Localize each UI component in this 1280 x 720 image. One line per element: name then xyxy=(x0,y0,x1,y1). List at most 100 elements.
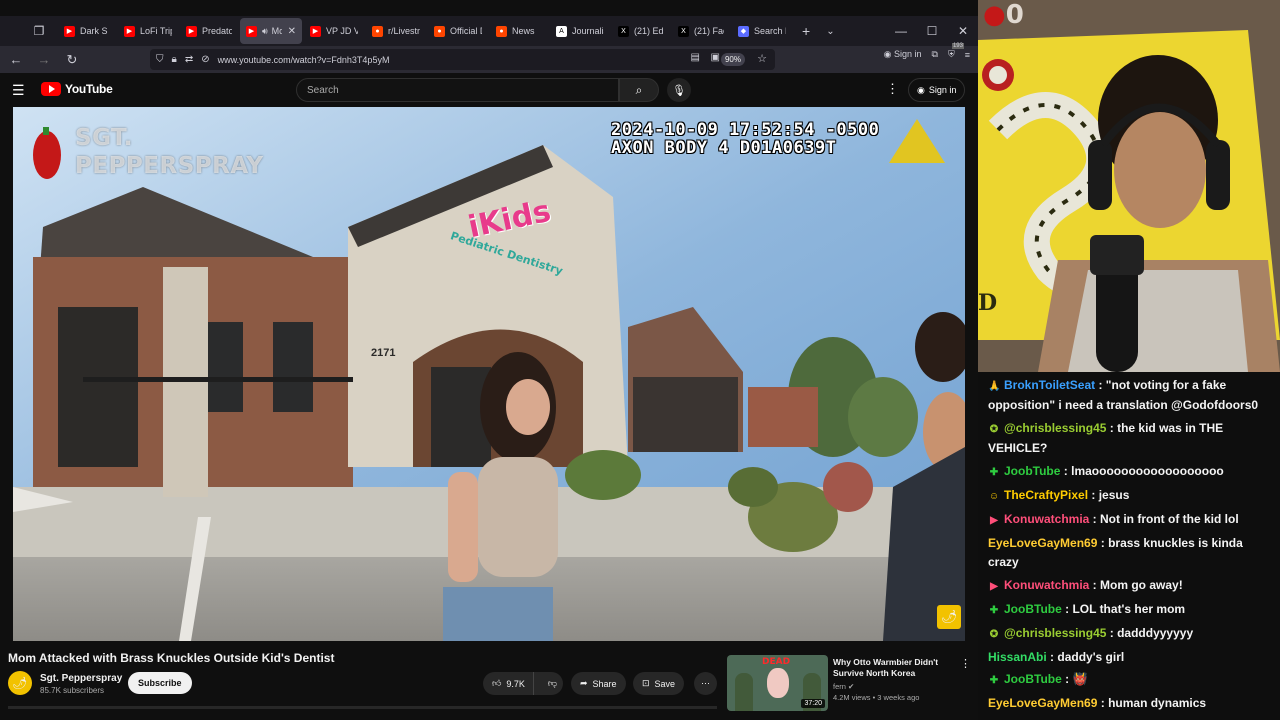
new-tab-icon[interactable]: + xyxy=(802,23,810,39)
chat-username[interactable]: TheCraftyPixel xyxy=(1004,488,1088,502)
search-input[interactable]: Search xyxy=(296,78,619,102)
save-label: Save xyxy=(654,678,676,689)
browser-tab[interactable]: ● News xyxy=(490,18,548,44)
chat-text: Mom go away! xyxy=(1100,578,1183,592)
tab-audio-icon[interactable]: 🔊︎ xyxy=(262,26,268,37)
recommended-more-icon[interactable]: ⋮ xyxy=(960,657,971,670)
shield-icon[interactable]: ⛉ xyxy=(156,54,164,65)
share-button[interactable]: ➦ Share xyxy=(571,672,626,695)
back-icon[interactable]: ← xyxy=(4,48,28,72)
chat-text: daddy's girl xyxy=(1057,650,1125,664)
chat-username[interactable]: JooBTube xyxy=(1004,672,1062,686)
ublock-icon[interactable]: ⛨ 193 xyxy=(948,43,964,60)
zoom-level[interactable]: 90% xyxy=(720,53,745,66)
tab-title: Predator xyxy=(202,26,232,36)
close-window-icon[interactable]: ✕ xyxy=(948,16,978,46)
browser-tab[interactable]: X (21) Ed K xyxy=(612,18,670,44)
search-button[interactable]: ⌕ xyxy=(619,78,659,102)
youtube-header: ☰ YouTube Search ⌕ 🎙︎ ⋮ ◉ Sign in xyxy=(0,73,978,107)
browser-tab[interactable]: ▶ LoFi Tripl xyxy=(118,18,178,44)
settings-more-icon[interactable]: ⋮ xyxy=(886,81,899,97)
reader-view-icon[interactable]: ▤ xyxy=(691,52,700,63)
menu-icon[interactable]: ≡ xyxy=(965,50,970,60)
overlay-red-glyph: ● xyxy=(983,0,1006,30)
stream-overlay-panel: ●0 D 🙏 BroknToiletSeat : "not voting for … xyxy=(978,0,1280,720)
chat-username[interactable]: Konuwatchmia xyxy=(1004,512,1089,526)
maximize-icon[interactable]: ☐ xyxy=(917,16,947,46)
browser-tab[interactable]: A Journalis xyxy=(550,18,610,44)
share-icon: ➦ xyxy=(580,678,588,688)
chat-message: HissanAbi : daddy's girl xyxy=(988,646,1274,668)
chat-badge-icon: ☺ xyxy=(988,491,1000,502)
save-button[interactable]: ⊡ Save xyxy=(633,672,685,695)
chat-message: EyeLoveGayMen69 : brass knuckles is kind… xyxy=(988,532,1274,574)
ublock-count: 193 xyxy=(951,43,964,49)
browser-tab[interactable]: ▶ VP JD Va xyxy=(304,18,364,44)
browser-tab[interactable]: ▶ Predator xyxy=(180,18,238,44)
video-frame xyxy=(13,107,965,641)
chat-username[interactable]: Konuwatchmia xyxy=(1004,578,1089,592)
chat-username[interactable]: JoobTube xyxy=(1004,464,1060,478)
youtube-signin-button[interactable]: ◉ Sign in xyxy=(908,78,966,102)
url-text[interactable]: www.youtube.com/watch?v=Fdnh3T4p5yM xyxy=(218,55,390,65)
bodycam-timestamp: 2024-10-09 17:52:54 -0500 AXON BODY 4 D0… xyxy=(611,121,879,158)
recommended-channel[interactable]: fern ✔ xyxy=(833,682,854,691)
dislike-button[interactable]: 👎︎ xyxy=(539,678,566,689)
recommended-video[interactable]: DEAD 37:20 Why Otto Warmbier Didn't Surv… xyxy=(727,655,972,711)
browser-tab[interactable]: X (21) Fact xyxy=(672,18,730,44)
tab-favicon-icon: ● xyxy=(372,25,383,37)
tab-title: Journalis xyxy=(572,26,604,36)
account-signin[interactable]: ◉ Sign in xyxy=(884,49,922,60)
minimize-icon[interactable]: — xyxy=(886,16,916,46)
browser-tab[interactable]: ◆ Search D xyxy=(732,18,792,44)
chat-username[interactable]: @chrisblessing45 xyxy=(1004,626,1106,640)
like-dislike-group: 👍︎ 9.7K 👎︎ xyxy=(483,672,563,695)
forward-icon[interactable]: → xyxy=(32,48,56,72)
close-tab-icon[interactable]: ✕ xyxy=(288,26,296,37)
blocked-icon[interactable]: ⊘ xyxy=(201,54,209,65)
tab-favicon-icon: X xyxy=(678,25,689,37)
reload-icon[interactable]: ↻ xyxy=(60,48,84,72)
chat-username[interactable]: HissanAbi xyxy=(988,650,1047,664)
bookmark-star-icon[interactable]: ☆ xyxy=(757,52,767,65)
chat-message: ✪ @chrisblessing45 : dadddyyyyyy xyxy=(988,622,1274,646)
screenshot-icon[interactable]: ▣ xyxy=(711,52,720,63)
voice-search-button[interactable]: 🎙︎ xyxy=(667,78,691,102)
browser-tab[interactable]: ▶ Dark S xyxy=(58,18,116,44)
chat-text: dadddyyyyyy xyxy=(1117,626,1194,640)
subscribe-button[interactable]: Subscribe xyxy=(128,672,192,694)
like-button[interactable]: 👍︎ 9.7K xyxy=(483,672,534,695)
tab-title: (21) Fact xyxy=(694,26,724,36)
list-tabs-icon[interactable]: ⌄ xyxy=(826,26,834,37)
browser-tab[interactable]: ● r/Livestre xyxy=(366,18,426,44)
tab-favicon-icon: ● xyxy=(434,25,445,37)
address-number: 2171 xyxy=(371,347,396,359)
chat-badge-icon: ✚ xyxy=(989,467,999,478)
recommended-title[interactable]: Why Otto Warmbier Didn't Survive North K… xyxy=(833,657,953,678)
chat-username[interactable]: JooBTube xyxy=(1004,602,1062,616)
thumb-face xyxy=(767,668,789,698)
chat-message: ✚ JoobTube : lmaoooooooooooooooooo xyxy=(988,460,1274,484)
chat-text: 👹 xyxy=(1072,672,1088,686)
video-player[interactable]: SGT. PEPPERSPRAY 2024-10-09 17:52:54 -05… xyxy=(13,107,965,641)
chat-username[interactable]: @chrisblessing45 xyxy=(1004,421,1106,435)
lock-icon[interactable]: 🔒︎ xyxy=(172,54,177,65)
browser-tab[interactable]: ▶ 🔊︎Mo ✕ xyxy=(240,18,302,44)
recommended-thumbnail[interactable]: DEAD 37:20 xyxy=(727,655,828,711)
browser-tab[interactable]: ● Official D xyxy=(428,18,488,44)
more-actions-button[interactable]: ⋯ xyxy=(694,672,717,695)
chat-username[interactable]: EyeLoveGayMen69 xyxy=(988,696,1097,710)
tab-favicon-icon: A xyxy=(556,25,567,37)
channel-avatar[interactable]: 🌶 xyxy=(8,671,32,695)
url-bar[interactable]: ⛉ 🔒︎ ⇄ ⊘ www.youtube.com/watch?v=Fdnh3T4… xyxy=(150,49,775,70)
chat-username[interactable]: BroknToiletSeat xyxy=(1004,378,1095,392)
chat-message: 🙏 BroknToiletSeat : "not voting for a fak… xyxy=(988,374,1274,417)
permissions-icon[interactable]: ⇄ xyxy=(185,54,193,65)
youtube-logo[interactable]: YouTube xyxy=(41,82,113,96)
tab-manager-icon[interactable]: ❐ xyxy=(26,18,52,44)
channel-name[interactable]: Sgt. Pepperspray xyxy=(40,673,122,684)
extensions-icon[interactable]: ⧉ xyxy=(932,49,938,60)
chat-separator: : xyxy=(1060,464,1072,478)
chat-username[interactable]: EyeLoveGayMen69 xyxy=(988,536,1097,550)
hamburger-menu-icon[interactable]: ☰ xyxy=(12,82,25,99)
